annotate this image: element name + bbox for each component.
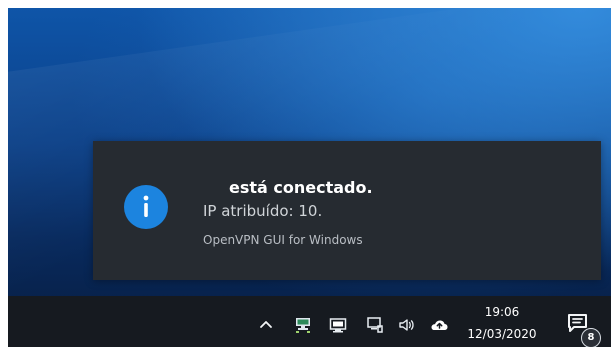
notification-title: está conectado. [229, 178, 373, 197]
chevron-up-icon[interactable] [256, 316, 276, 334]
clock-time: 19:06 [484, 305, 520, 319]
network-icon[interactable] [365, 316, 385, 334]
openvpn-icon[interactable] [328, 316, 348, 334]
action-center-button[interactable]: 8 [566, 312, 604, 347]
desktop-screen: está conectado. IP atribuído: 10. OpenVP… [8, 8, 611, 347]
notification-message: IP atribuído: 10. [203, 202, 323, 220]
volume-icon[interactable] [398, 316, 418, 334]
network-activity-icon[interactable] [293, 316, 313, 334]
info-icon [124, 185, 168, 229]
notification-toast[interactable]: está conectado. IP atribuído: 10. OpenVP… [93, 141, 601, 280]
notification-count-badge: 8 [581, 328, 601, 347]
clock-date: 12/03/2020 [467, 327, 537, 341]
cloud-upload-icon[interactable] [429, 316, 449, 334]
system-clock[interactable]: 19:06 12/03/2020 [459, 304, 545, 346]
notification-source: OpenVPN GUI for Windows [203, 233, 363, 247]
